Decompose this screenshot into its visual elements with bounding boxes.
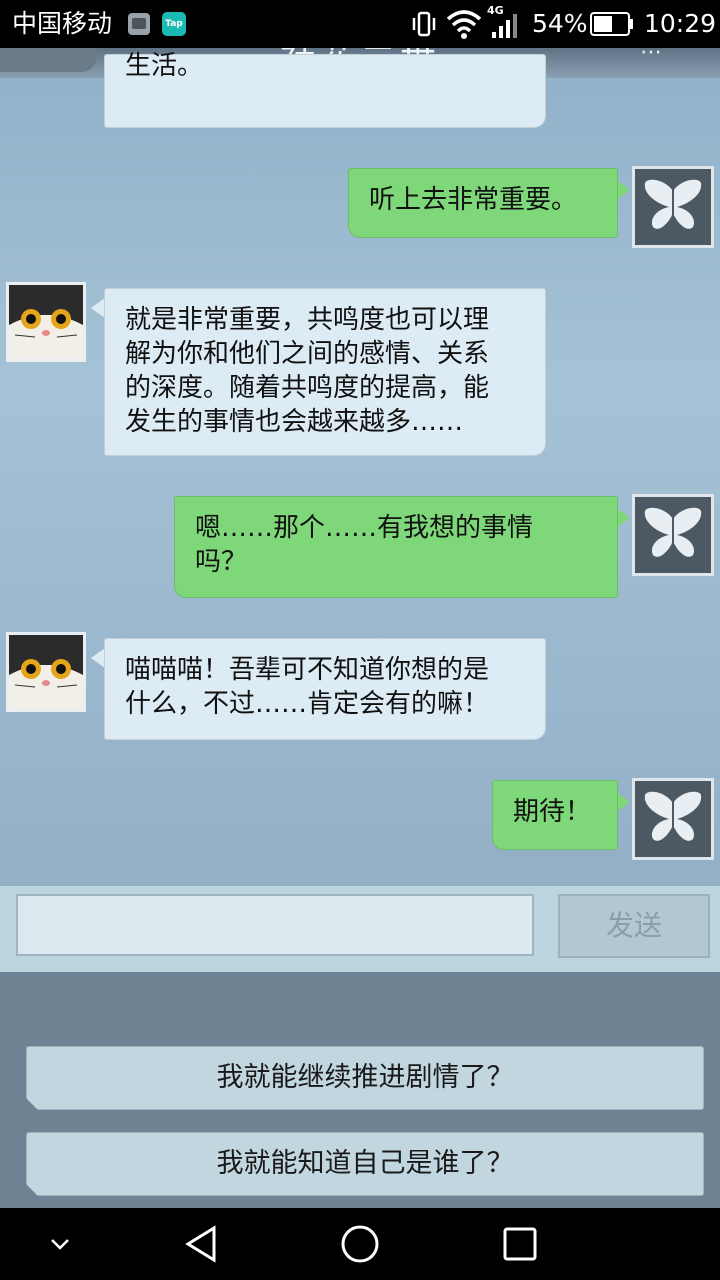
- message-bubble-left: 喵喵喵！吾辈可不知道你想的是 什么，不过……肯定会有的嘛！: [104, 638, 546, 740]
- player-avatar[interactable]: [632, 778, 714, 860]
- back-triangle-icon[interactable]: [182, 1224, 220, 1264]
- message-line: 什么，不过……肯定会有的嘛！: [125, 689, 490, 719]
- signal-icon: [492, 14, 517, 38]
- message-bubble-right: 嗯……那个……有我想的事情 吗？: [174, 496, 618, 598]
- message-text: 期待！: [513, 797, 592, 827]
- butterfly-icon: [644, 507, 702, 557]
- message-bubble-right: 听上去非常重要。: [348, 168, 618, 238]
- cat-face-icon: [9, 285, 83, 359]
- message-text: 生活。: [125, 51, 204, 81]
- status-bar: 中国移动 Tap 4G 54% 10:29: [0, 0, 720, 48]
- cat-avatar[interactable]: [6, 282, 86, 362]
- player-avatar[interactable]: [632, 166, 714, 248]
- message-bubble-left: 生活。: [104, 51, 546, 128]
- reply-choices-panel: 我就能继续推进剧情了？ 我就能知道自己是谁了？: [0, 972, 720, 1208]
- cat-avatar[interactable]: [6, 632, 86, 712]
- message-line: 就是非常重要，共鸣度也可以理: [125, 305, 490, 335]
- taptap-notification-icon: Tap: [162, 12, 186, 36]
- message-input[interactable]: [16, 894, 534, 956]
- chat-area[interactable]: 社花二世 ⋯ 生活。 听上去非常重要。 就是非常重要，共鸣度也可以理 解为你和他…: [0, 48, 720, 886]
- carrier-label: 中国移动: [12, 9, 113, 38]
- navigation-bar: [0, 1208, 720, 1280]
- message-line: 吗？: [195, 547, 248, 577]
- butterfly-icon: [644, 179, 702, 229]
- butterfly-icon: [644, 791, 702, 841]
- player-avatar[interactable]: [632, 494, 714, 576]
- wifi-icon: [446, 10, 482, 39]
- vibrate-icon: [412, 11, 436, 37]
- message-line: 的深度。随着共鸣度的提高，能: [125, 373, 490, 403]
- battery-percent: 54%: [532, 9, 588, 38]
- message-text: 听上去非常重要。: [369, 185, 578, 215]
- battery-icon: [590, 12, 633, 36]
- chevron-down-icon[interactable]: [48, 1234, 72, 1254]
- message-bubble-right: 期待！: [492, 780, 618, 850]
- reply-choice-button[interactable]: 我就能继续推进剧情了？: [26, 1046, 704, 1110]
- message-bubble-left: 就是非常重要，共鸣度也可以理 解为你和他们之间的感情、关系 的深度。随着共鸣度的…: [104, 288, 546, 456]
- message-line: 喵喵喵！吾辈可不知道你想的是: [125, 655, 490, 685]
- message-line: 发生的事情也会越来越多……: [125, 407, 464, 437]
- home-circle-icon[interactable]: [340, 1224, 380, 1264]
- more-icon[interactable]: ⋯: [640, 48, 690, 65]
- recents-square-icon[interactable]: [502, 1226, 538, 1262]
- message-line: 解为你和他们之间的感情、关系: [125, 339, 490, 369]
- cat-face-icon: [9, 635, 83, 709]
- send-button[interactable]: 发送: [558, 894, 710, 958]
- clock: 10:29: [644, 9, 717, 38]
- reply-choice-button[interactable]: 我就能知道自己是谁了？: [26, 1132, 704, 1196]
- message-line: 嗯……那个……有我想的事情: [195, 513, 534, 543]
- gallery-notification-icon: [128, 13, 150, 35]
